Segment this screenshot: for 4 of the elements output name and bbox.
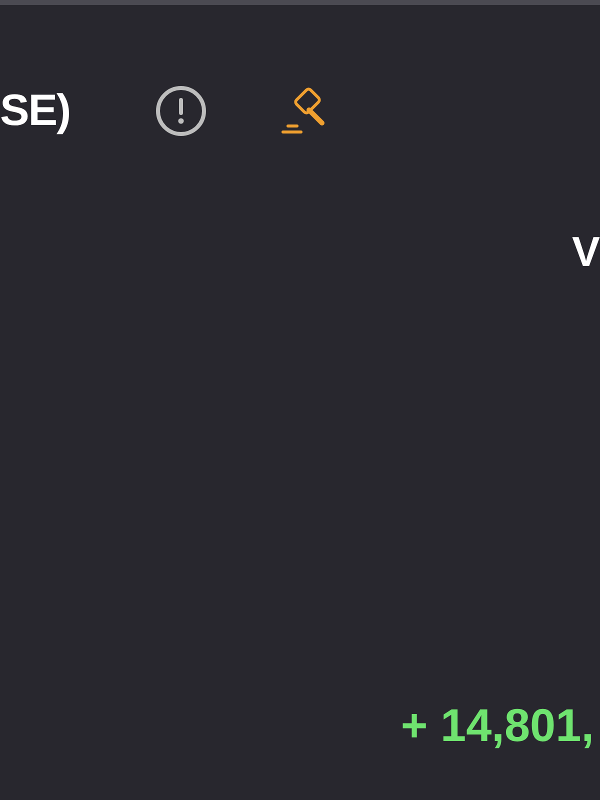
column-heading: V [572, 231, 600, 273]
amount-text: + 14,801, [400, 702, 594, 748]
info-icon[interactable] [155, 85, 208, 137]
header-title: SE) [0, 89, 70, 133]
